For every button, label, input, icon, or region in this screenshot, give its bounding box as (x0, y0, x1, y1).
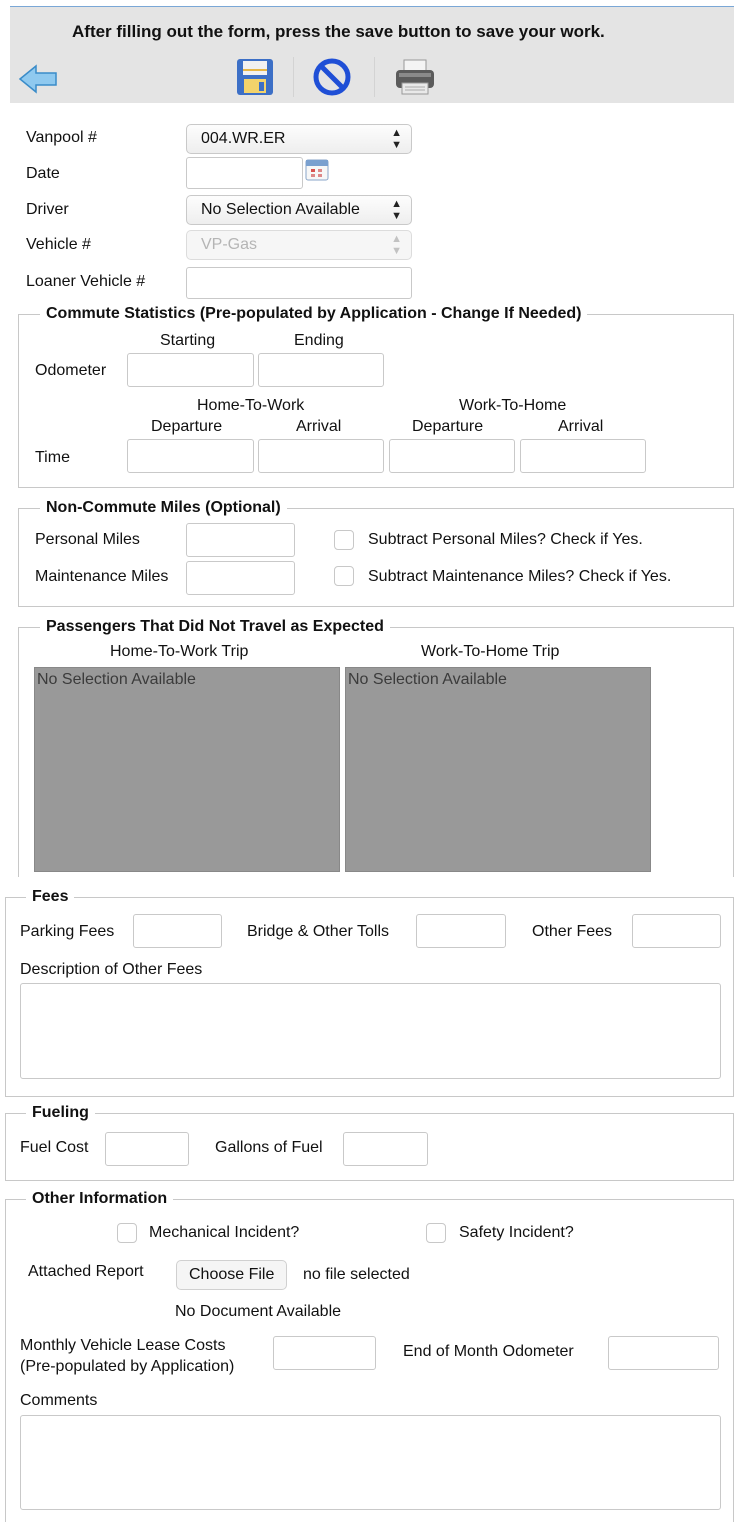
htw-passengers-list[interactable]: No Selection Available (34, 667, 340, 872)
other-fees-label: Other Fees (532, 923, 613, 940)
attached-report-label: Attached Report (28, 1263, 144, 1280)
maintenance-miles-label: Maintenance Miles (35, 568, 169, 585)
wth-trip-label: Work-To-Home Trip (421, 643, 560, 660)
select-arrows-icon: ▲ ▼ (391, 233, 402, 257)
comments-label: Comments (20, 1392, 98, 1409)
mechanical-incident-checkbox[interactable] (117, 1223, 137, 1243)
tolls-label: Bridge & Other Tolls (247, 923, 389, 940)
lease-costs-label-line1: Monthly Vehicle Lease Costs (20, 1337, 226, 1354)
safety-incident-label: Safety Incident? (459, 1224, 574, 1241)
subtract-personal-checkbox[interactable] (334, 530, 354, 550)
floppy-disk-icon[interactable] (235, 57, 275, 97)
calendar-icon[interactable] (304, 157, 330, 183)
vanpool-value: 004.WR.ER (201, 130, 286, 147)
subtract-maintenance-label: Subtract Maintenance Miles? Check if Yes… (368, 568, 672, 585)
htw-arrival-input[interactable] (258, 439, 384, 473)
vehicle-select: VP-Gas ▲ ▼ (186, 230, 412, 260)
home-to-work-label: Home-To-Work (197, 397, 305, 414)
parking-fees-input[interactable] (133, 914, 222, 948)
odometer-ending-input[interactable] (258, 353, 384, 387)
commute-legend: Commute Statistics (Pre-populated by App… (40, 305, 588, 323)
vanpool-label: Vanpool # (26, 129, 97, 146)
choose-file-button[interactable]: Choose File (176, 1260, 288, 1290)
wth-arrival-label: Arrival (558, 418, 604, 435)
subtract-maintenance-checkbox[interactable] (334, 566, 354, 586)
wth-departure-input[interactable] (389, 439, 515, 473)
comments-textarea[interactable] (20, 1415, 721, 1510)
select-arrows-icon: ▲ ▼ (391, 127, 402, 151)
instruction-text: After filling out the form, press the sa… (72, 22, 605, 41)
vehicle-label: Vehicle # (26, 236, 91, 253)
back-arrow-icon[interactable] (18, 63, 60, 95)
fuel-cost-label: Fuel Cost (20, 1139, 89, 1156)
lease-costs-input[interactable] (273, 1336, 376, 1370)
date-label: Date (26, 165, 60, 182)
description-other-fees-textarea[interactable] (20, 983, 721, 1079)
mechanical-incident-label: Mechanical Incident? (149, 1224, 300, 1241)
fuel-cost-input[interactable] (105, 1132, 189, 1166)
driver-value: No Selection Available (201, 201, 360, 218)
loaner-label: Loaner Vehicle # (26, 273, 146, 290)
personal-miles-label: Personal Miles (35, 531, 140, 548)
fueling-legend: Fueling (26, 1104, 95, 1122)
odometer-starting-input[interactable] (127, 353, 254, 387)
vehicle-value: VP-Gas (201, 236, 258, 253)
no-document-text: No Document Available (175, 1303, 342, 1320)
lease-costs-label-line2: (Pre-populated by Application) (20, 1358, 235, 1375)
tolls-input[interactable] (416, 914, 506, 948)
parking-fees-label: Parking Fees (20, 923, 115, 940)
driver-select[interactable]: No Selection Available ▲ ▼ (186, 195, 412, 225)
gallons-label: Gallons of Fuel (215, 1139, 323, 1156)
eom-odometer-label: End of Month Odometer (403, 1343, 574, 1360)
date-input[interactable] (186, 157, 303, 189)
driver-label: Driver (26, 201, 69, 218)
select-arrows-icon: ▲ ▼ (391, 198, 402, 222)
subtract-personal-label: Subtract Personal Miles? Check if Yes. (368, 531, 643, 548)
cancel-icon[interactable] (312, 57, 352, 97)
gallons-input[interactable] (343, 1132, 428, 1166)
toolbar-divider (293, 57, 294, 97)
other-fees-input[interactable] (632, 914, 721, 948)
htw-departure-input[interactable] (127, 439, 254, 473)
work-to-home-label: Work-To-Home (459, 397, 567, 414)
other-info-legend: Other Information (26, 1190, 174, 1208)
no-file-text: no file selected (303, 1266, 410, 1283)
noncommute-legend: Non-Commute Miles (Optional) (40, 499, 287, 517)
htw-arrival-label: Arrival (296, 418, 342, 435)
maintenance-miles-input[interactable] (186, 561, 295, 595)
loaner-input[interactable] (186, 267, 412, 299)
odometer-label: Odometer (35, 362, 107, 379)
ending-label: Ending (294, 332, 344, 349)
wth-placeholder: No Selection Available (348, 671, 507, 688)
printer-icon[interactable] (393, 57, 437, 97)
wth-arrival-input[interactable] (520, 439, 646, 473)
noncommute-fieldset (18, 508, 734, 607)
time-label: Time (35, 449, 70, 466)
wth-departure-label: Departure (412, 418, 484, 435)
starting-label: Starting (160, 332, 216, 349)
vanpool-select[interactable]: 004.WR.ER ▲ ▼ (186, 124, 412, 154)
personal-miles-input[interactable] (186, 523, 295, 557)
htw-departure-label: Departure (151, 418, 223, 435)
htw-placeholder: No Selection Available (37, 671, 196, 688)
safety-incident-checkbox[interactable] (426, 1223, 446, 1243)
toolbar-divider (374, 57, 375, 97)
toolbar: After filling out the form, press the sa… (10, 6, 734, 103)
eom-odometer-input[interactable] (608, 1336, 719, 1370)
wth-passengers-list[interactable]: No Selection Available (345, 667, 651, 872)
fees-legend: Fees (26, 888, 75, 906)
description-other-fees-label: Description of Other Fees (20, 961, 203, 978)
htw-trip-label: Home-To-Work Trip (110, 643, 249, 660)
passengers-legend: Passengers That Did Not Travel as Expect… (40, 618, 390, 636)
